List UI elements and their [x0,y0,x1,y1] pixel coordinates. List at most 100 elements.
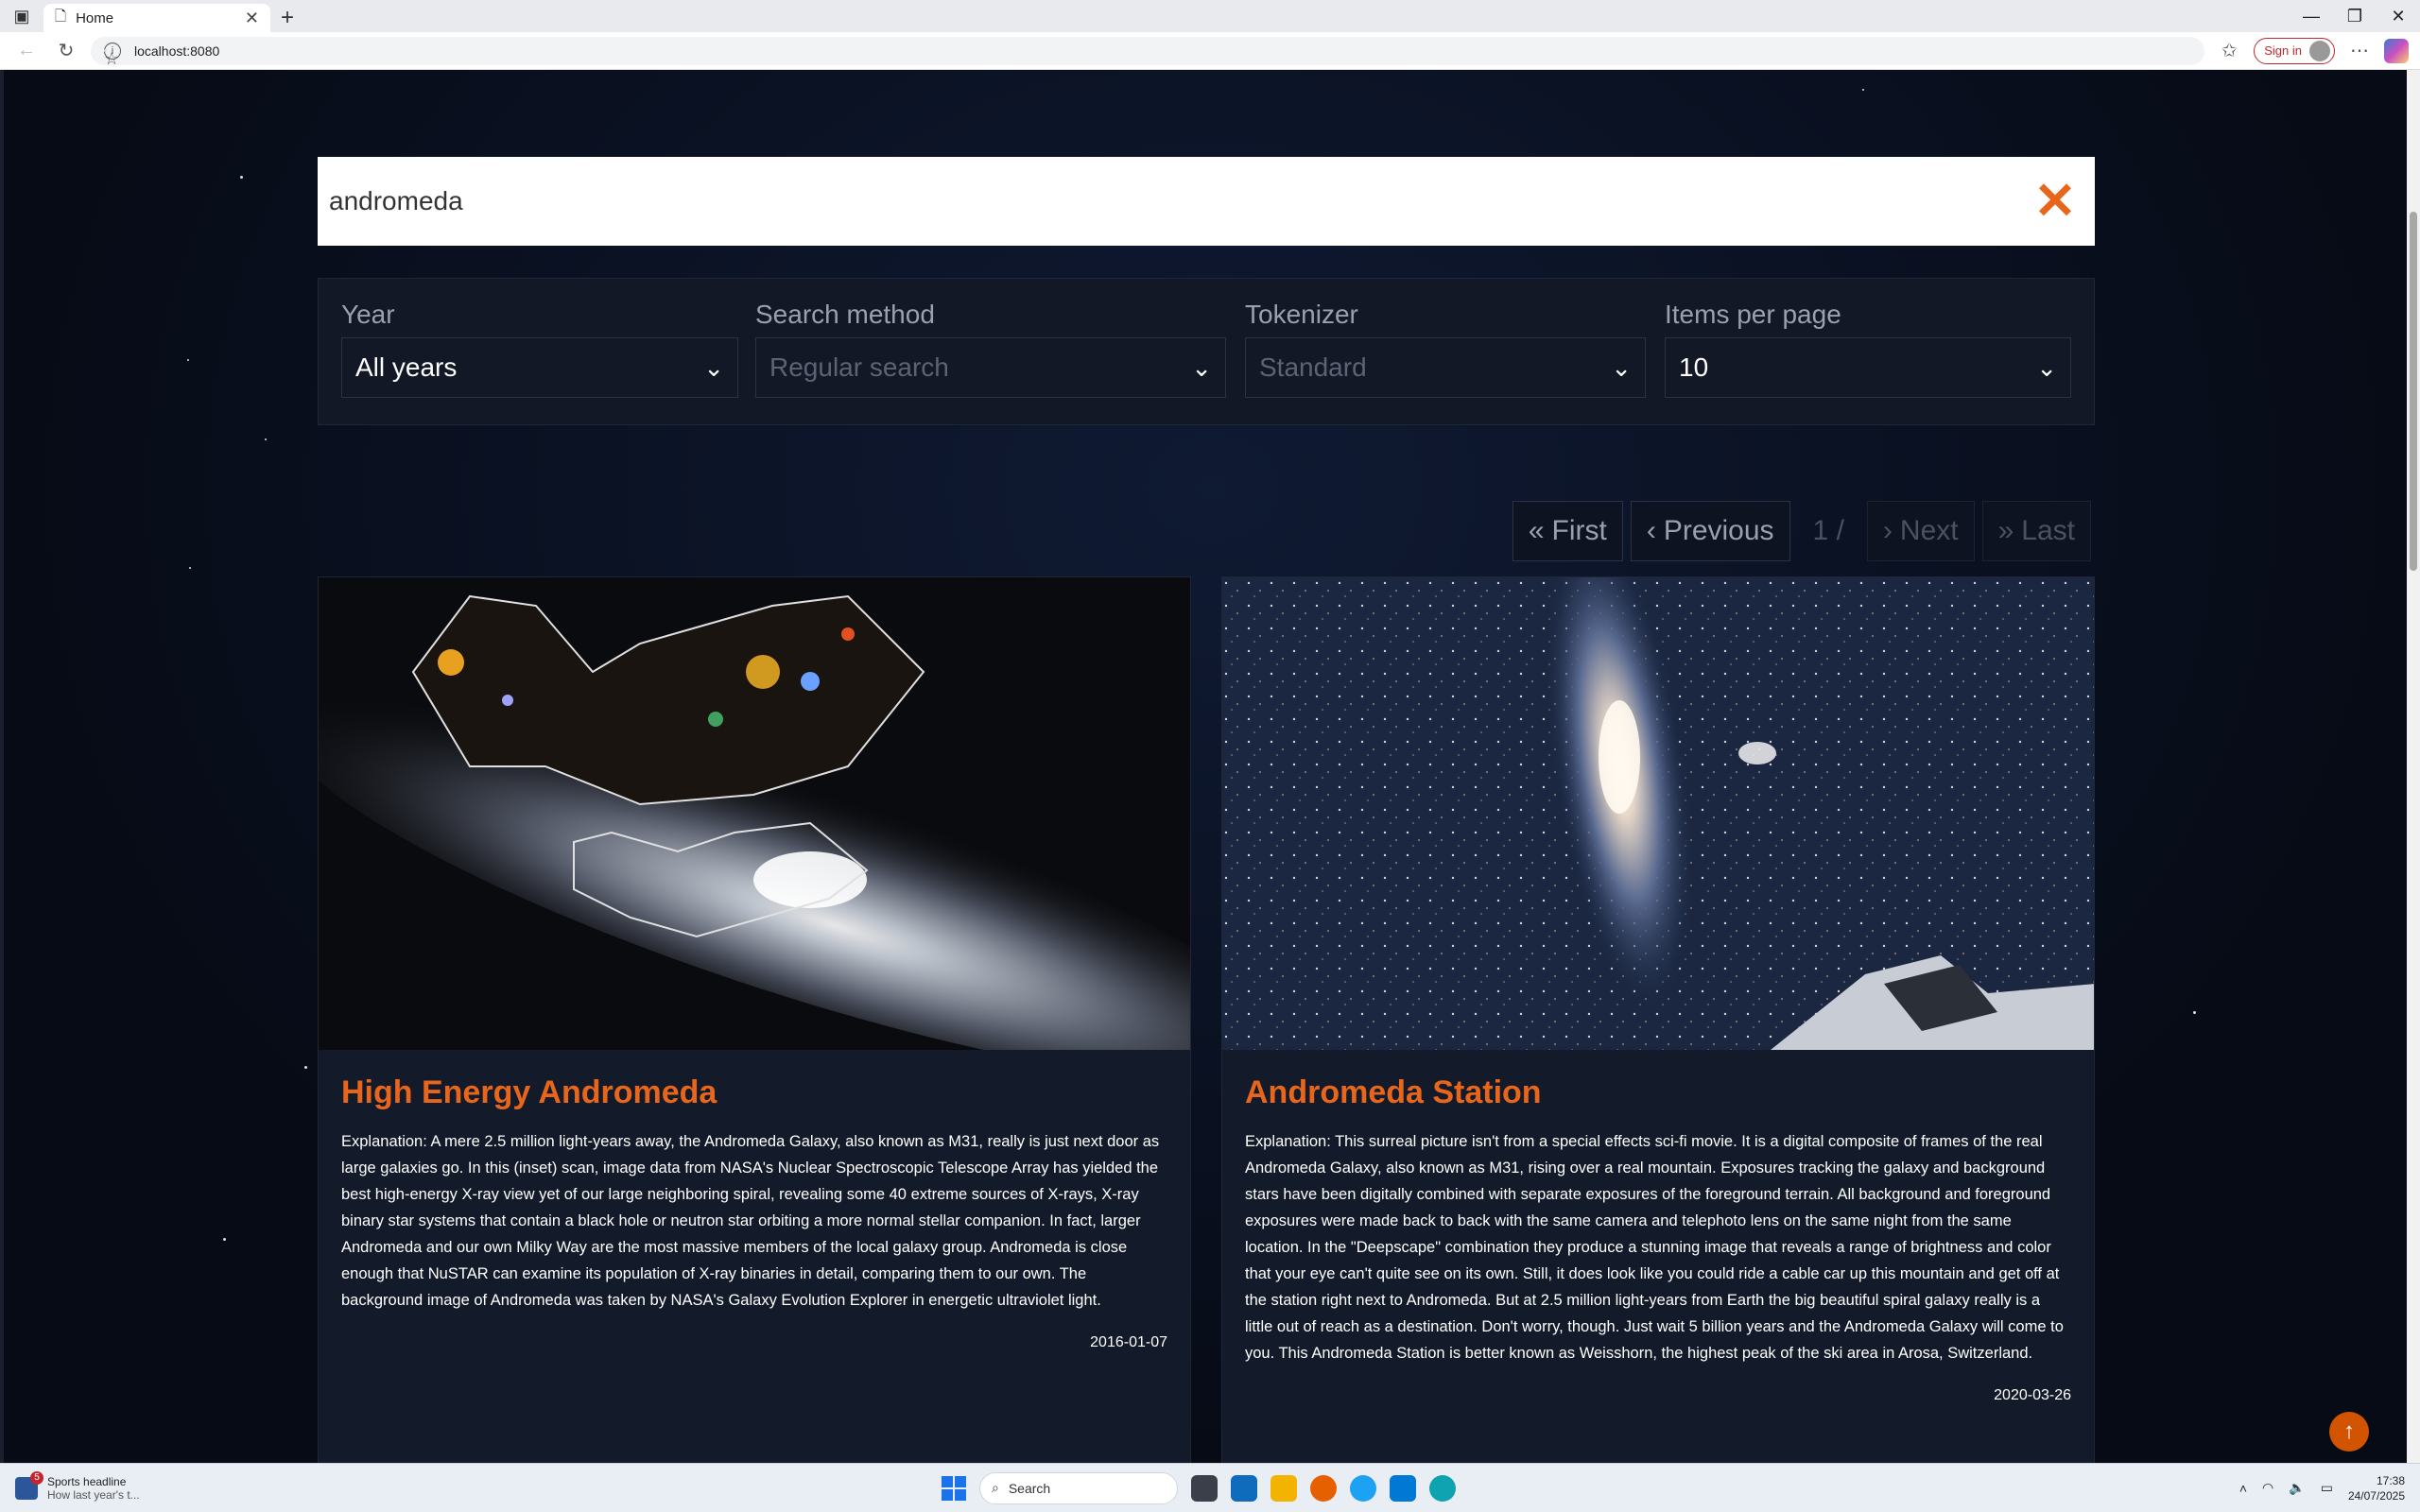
taskbar: 5 Sports headline How last year's t... ⌕… [0,1463,2420,1512]
first-page-button[interactable]: « First [1512,501,1623,561]
firefox-icon[interactable] [1310,1474,1337,1502]
year-filter: Year All years ⌄ [341,300,738,398]
star-decoration [265,438,267,440]
last-page-button[interactable]: » Last [1981,501,2091,561]
chevron-right-icon: › [1882,515,1893,546]
chevron-down-icon: ⌄ [703,352,724,382]
tab-title: Home [76,9,114,26]
year-select[interactable]: All years ⌄ [341,337,738,398]
news-widget[interactable]: 5 Sports headline How last year's t... [15,1470,140,1502]
result-date: 2016-01-07 [1090,1334,1167,1350]
chevron-down-icon: ⌄ [2036,352,2057,382]
app-icon[interactable] [1350,1474,1376,1502]
system-tray: ˄ ◠ 🔈 ▭ 17:38 24/07/2025 [2239,1473,2405,1503]
url-text: localhost:8080 [134,43,220,59]
scrollbar-thumb[interactable] [2410,212,2417,571]
task-view-icon[interactable] [1191,1474,1218,1502]
url-field[interactable]: i localhost:8080 ☆ [91,36,2205,68]
clock[interactable]: 17:38 24/07/2025 [2348,1473,2405,1503]
taskbar-search[interactable]: ⌕ Search [979,1471,1178,1504]
star-decoration [223,1238,226,1241]
reload-icon[interactable]: ↻ [51,36,81,66]
back-icon[interactable]: ← [11,36,42,66]
previous-page-button[interactable]: ‹ Previous [1630,501,1790,561]
sign-in-button[interactable]: Sign in [2254,37,2335,64]
favorites-icon[interactable]: ✩ [2214,36,2244,66]
vscode-icon[interactable] [1390,1474,1416,1502]
chevron-down-icon: ⌄ [1611,352,1632,382]
file-explorer-icon[interactable] [1270,1474,1297,1502]
close-window-icon[interactable]: ✕ [2377,0,2420,32]
last-page-label: Last [2021,515,2075,546]
search-method-value: Regular search [769,352,949,382]
clock-date: 24/07/2025 [2347,1488,2405,1503]
news-title: Sports headline [47,1474,127,1488]
double-chevron-right-icon: » [1997,515,2014,546]
page-content: ✕ Year All years ⌄ Search method Regular… [0,70,2420,1463]
news-icon: 5 [15,1470,43,1500]
window-controls: — ❐ ✕ [2290,0,2420,32]
result-image[interactable] [1222,577,2094,1050]
result-title[interactable]: Andromeda Station [1245,1074,2071,1111]
items-per-page-label: Items per page [1665,300,1841,329]
result-title[interactable]: High Energy Andromeda [341,1074,1167,1111]
store-icon[interactable] [1231,1474,1257,1502]
star-decoration [304,1066,307,1069]
double-chevron-left-icon: « [1528,515,1545,546]
clock-time: 17:38 [2376,1473,2405,1487]
result-image[interactable] [319,577,1190,1050]
star-decoration [187,359,189,361]
wifi-icon[interactable]: ◠ [2262,1480,2273,1496]
star-decoration [2193,1011,2196,1014]
search-method-label: Search method [755,300,935,329]
browser-tab[interactable]: 🗋 Home ✕ [43,4,270,32]
copilot-icon[interactable] [2384,38,2409,63]
tokenizer-select[interactable]: Standard ⌄ [1245,337,1646,398]
favorite-star-icon[interactable]: ☆ [104,49,119,68]
result-card[interactable]: Andromeda Station Explanation: This surr… [1221,576,2095,1463]
filter-panel: Year All years ⌄ Search method Regular s… [318,278,2095,425]
next-page-label: Next [1899,515,1959,546]
tab-actions-icon[interactable]: ▣ [0,0,43,32]
restore-icon[interactable]: ❐ [2333,0,2377,32]
volume-icon[interactable]: 🔈 [2289,1480,2305,1496]
result-date: 2020-03-26 [1994,1387,2071,1403]
chevron-down-icon: ⌄ [1191,352,1212,382]
result-card[interactable]: High Energy Andromeda Explanation: A mer… [318,576,1191,1463]
previous-page-label: Previous [1663,515,1774,546]
battery-icon[interactable]: ▭ [2321,1480,2333,1496]
close-tab-icon[interactable]: ✕ [245,9,259,28]
tokenizer-value: Standard [1259,352,1367,382]
items-per-page-select[interactable]: 10 ⌄ [1665,337,2071,398]
search-input[interactable] [329,186,2027,216]
andromeda-xray-image [319,577,1190,1050]
new-tab-icon[interactable]: + [270,4,304,32]
edge-icon[interactable] [1429,1474,1456,1502]
address-bar: ← ↻ i localhost:8080 ☆ ✩ Sign in ⋯ [0,32,2420,70]
more-menu-icon[interactable]: ⋯ [2344,36,2375,66]
search-icon: ⌕ [992,1480,999,1495]
scroll-to-top-button[interactable]: ↑ [2329,1412,2369,1452]
scrollbar[interactable] [2407,70,2420,1463]
star-decoration [1862,89,1864,91]
tab-favicon-icon: 🗋 [55,8,67,25]
items-per-page-value: 10 [1679,352,1709,382]
next-page-button[interactable]: › Next [1866,501,1975,561]
taskbar-search-label: Search [1008,1480,1051,1496]
chevron-up-icon[interactable]: ˄ [2239,1481,2247,1496]
first-page-label: First [1551,515,1607,546]
andromeda-station-image [1222,577,2094,1050]
search-method-select[interactable]: Regular search ⌄ [755,337,1226,398]
clear-search-icon[interactable]: ✕ [2027,176,2083,227]
pagination: « First ‹ Previous 1 / › Next » Last [1512,501,2091,561]
windows-start-icon[interactable] [942,1475,966,1501]
news-badge: 5 [30,1470,43,1485]
year-filter-label: Year [341,300,395,329]
star-decoration [240,176,243,179]
items-per-page-filter: Items per page 10 ⌄ [1665,300,2071,398]
chevron-left-icon: ‹ [1646,515,1656,546]
news-subtitle: How last year's t... [47,1487,140,1502]
minimize-icon[interactable]: — [2290,0,2333,32]
result-explanation: Explanation: A mere 2.5 million light-ye… [341,1133,1160,1309]
search-method-filter: Search method Regular search ⌄ [755,300,1226,398]
